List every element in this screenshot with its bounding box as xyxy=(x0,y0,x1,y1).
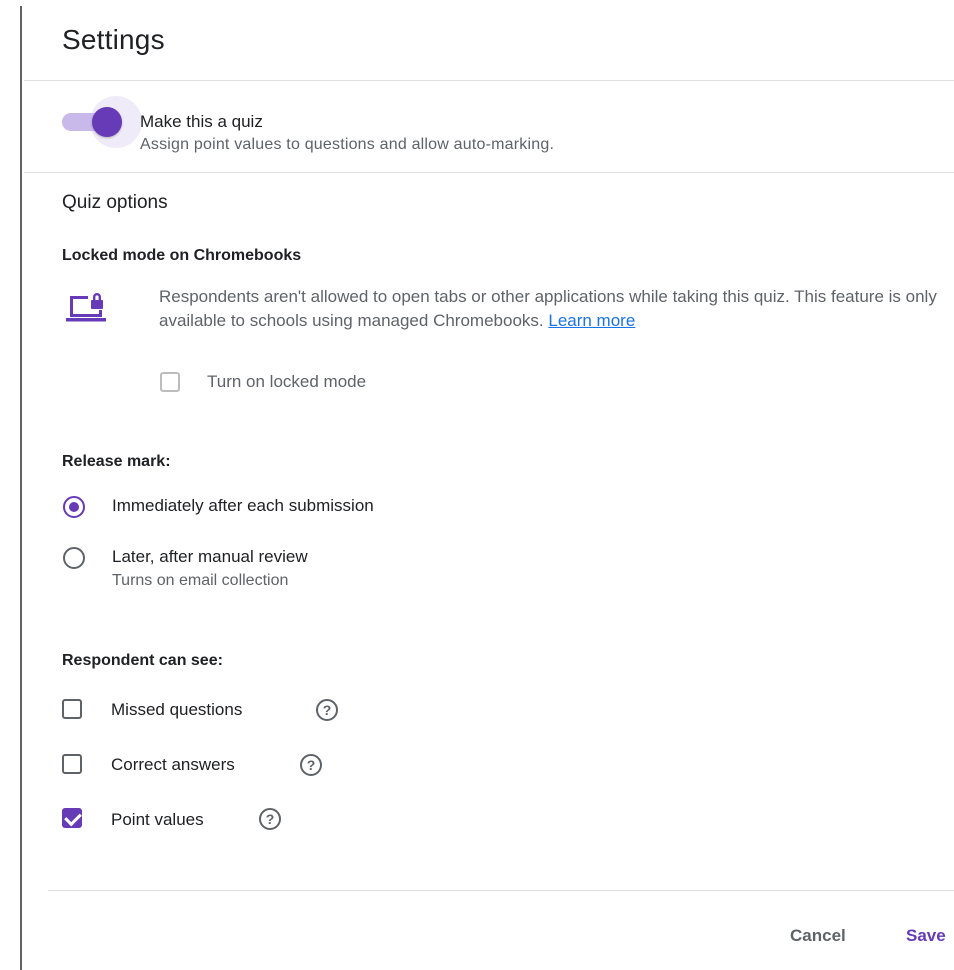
release-mark-heading: Release mark: xyxy=(62,453,171,470)
make-quiz-toggle[interactable] xyxy=(58,96,142,148)
point-values-help-icon[interactable]: ? xyxy=(259,808,281,830)
locked-mode-checkbox[interactable] xyxy=(160,372,180,392)
learn-more-link[interactable]: Learn more xyxy=(548,311,635,330)
quiz-options-title: Quiz options xyxy=(62,192,168,213)
missed-questions-checkbox[interactable] xyxy=(62,699,82,719)
toggle-thumb xyxy=(92,107,122,137)
divider xyxy=(24,172,954,173)
locked-mode-description: Respondents aren't allowed to open tabs … xyxy=(159,285,939,333)
point-values-label: Point values xyxy=(111,810,204,829)
checkmark-icon xyxy=(64,808,82,827)
correct-answers-label: Correct answers xyxy=(111,755,235,774)
release-immediately-radio[interactable] xyxy=(63,496,85,518)
release-immediately-label: Immediately after each submission xyxy=(112,496,374,515)
save-button[interactable]: Save xyxy=(906,926,946,946)
correct-answers-checkbox[interactable] xyxy=(62,754,82,774)
divider xyxy=(24,80,954,81)
make-quiz-description: Assign point values to questions and all… xyxy=(140,136,555,153)
radio-selected-dot xyxy=(69,502,79,512)
settings-dialog: Settings Make this a quiz Assign point v… xyxy=(0,0,954,970)
cancel-button[interactable]: Cancel xyxy=(790,926,846,946)
locked-mode-checkbox-label: Turn on locked mode xyxy=(207,372,367,391)
make-quiz-label: Make this a quiz xyxy=(140,112,263,131)
missed-questions-label: Missed questions xyxy=(111,700,243,719)
respondent-can-see-heading: Respondent can see: xyxy=(62,652,223,669)
window-edge xyxy=(20,6,22,970)
release-later-sublabel: Turns on email collection xyxy=(112,572,289,589)
release-later-radio[interactable] xyxy=(63,547,85,569)
release-later-label: Later, after manual review xyxy=(112,547,308,566)
locked-mode-heading: Locked mode on Chromebooks xyxy=(62,247,302,264)
locked-laptop-icon xyxy=(66,293,106,322)
dialog-title: Settings xyxy=(62,24,165,55)
point-values-checkbox[interactable] xyxy=(62,808,82,828)
footer-divider xyxy=(48,890,954,891)
missed-questions-help-icon[interactable]: ? xyxy=(316,699,338,721)
correct-answers-help-icon[interactable]: ? xyxy=(300,754,322,776)
